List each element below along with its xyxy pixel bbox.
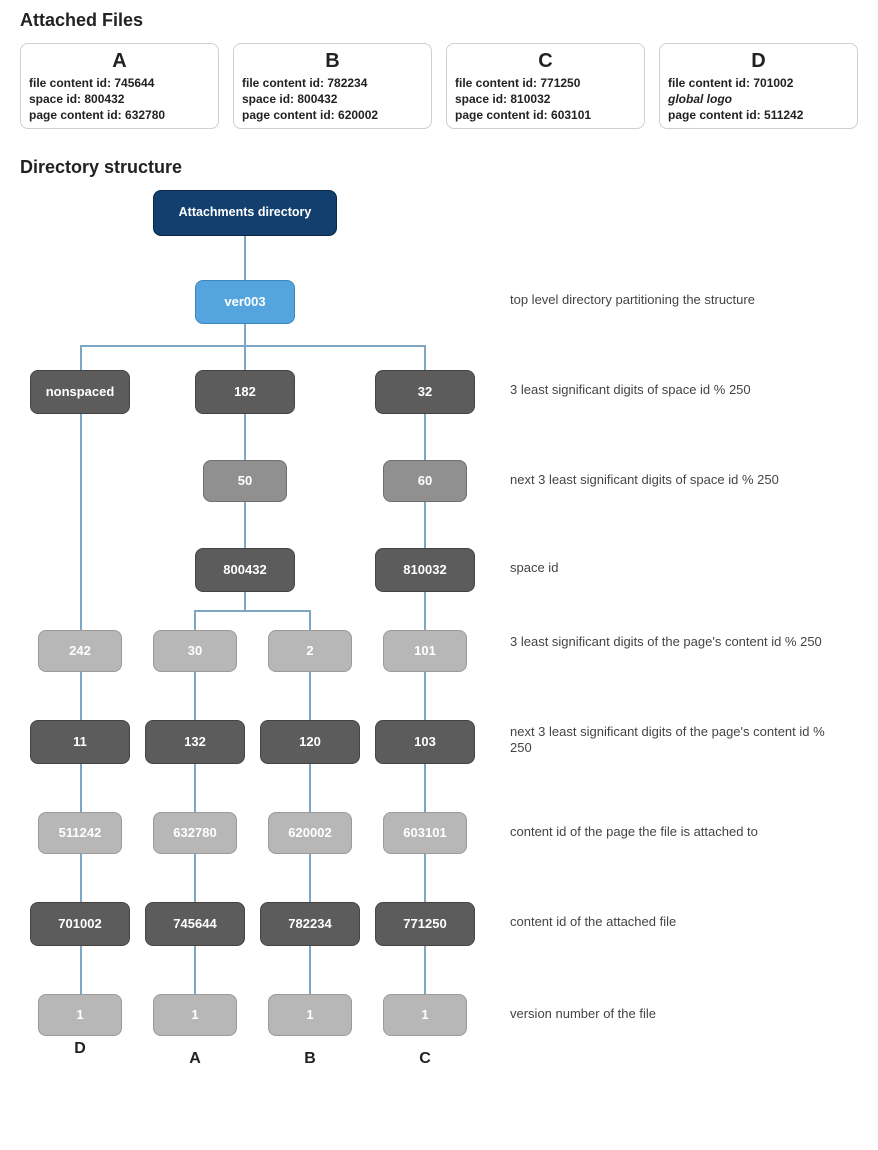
connector xyxy=(424,414,426,460)
connector xyxy=(194,672,196,720)
file-card-letter: B xyxy=(242,50,423,73)
file-card-line: page content id: 632780 xyxy=(29,107,210,123)
file-card-line: space id: 800432 xyxy=(29,91,210,107)
connector xyxy=(424,946,426,994)
connector xyxy=(80,414,82,630)
node-page-mod2-b: 120 xyxy=(260,720,360,764)
node-page-mod1-d: 242 xyxy=(38,630,122,672)
file-card-line: space id: 810032 xyxy=(455,91,636,107)
connector xyxy=(244,324,246,345)
connector xyxy=(194,946,196,994)
connector xyxy=(309,610,311,630)
column-label-d: D xyxy=(38,1040,122,1058)
connector xyxy=(244,592,246,610)
node-space-mod2: 50 xyxy=(203,460,287,502)
connector xyxy=(194,854,196,902)
node-space-mod1-c: 32 xyxy=(375,370,475,414)
connector xyxy=(244,502,246,548)
file-card-line: page content id: 603101 xyxy=(455,107,636,123)
connector xyxy=(424,764,426,812)
connector xyxy=(309,946,311,994)
directory-structure-heading: Directory structure xyxy=(20,157,858,178)
file-card-line: global logo xyxy=(668,91,849,107)
connector xyxy=(194,610,196,630)
node-file-id-a: 745644 xyxy=(145,902,245,946)
node-page-mod1-b: 2 xyxy=(268,630,352,672)
file-card-line: file content id: 745644 xyxy=(29,75,210,91)
node-page-id-d: 511242 xyxy=(38,812,122,854)
connector xyxy=(80,946,82,994)
connector xyxy=(244,345,246,370)
file-card-line: page content id: 511242 xyxy=(668,107,849,123)
connector xyxy=(80,854,82,902)
node-ver003: ver003 xyxy=(195,280,295,324)
desc-space-mod1: 3 least significant digits of space id %… xyxy=(510,382,840,398)
connector xyxy=(309,764,311,812)
file-card-c: C file content id: 771250 space id: 8100… xyxy=(446,43,645,129)
node-page-mod1-a: 30 xyxy=(153,630,237,672)
column-label-b: B xyxy=(268,1050,352,1068)
desc-version: version number of the file xyxy=(510,1006,840,1022)
connector xyxy=(309,672,311,720)
node-page-mod2-a: 132 xyxy=(145,720,245,764)
connector xyxy=(244,236,246,280)
node-space-id-c: 810032 xyxy=(375,548,475,592)
file-card-line: file content id: 771250 xyxy=(455,75,636,91)
file-card-line: file content id: 701002 xyxy=(668,75,849,91)
desc-page-mod1: 3 least significant digits of the page's… xyxy=(510,634,840,650)
file-card-letter: A xyxy=(29,50,210,73)
node-space-mod2-c: 60 xyxy=(383,460,467,502)
connector xyxy=(424,502,426,548)
desc-space-mod2: next 3 least significant digits of space… xyxy=(510,472,840,488)
desc-page-id: content id of the page the file is attac… xyxy=(510,824,840,840)
attached-files-heading: Attached Files xyxy=(20,10,858,31)
desc-file-id: content id of the attached file xyxy=(510,914,840,930)
file-card-d: D file content id: 701002 global logo pa… xyxy=(659,43,858,129)
connector xyxy=(309,854,311,902)
node-page-id-c: 603101 xyxy=(383,812,467,854)
desc-ver: top level directory partitioning the str… xyxy=(510,292,840,308)
column-label-a: A xyxy=(153,1050,237,1068)
file-card-b: B file content id: 782234 space id: 8004… xyxy=(233,43,432,129)
connector xyxy=(424,345,426,370)
file-card-line: space id: 800432 xyxy=(242,91,423,107)
node-file-id-d: 701002 xyxy=(30,902,130,946)
node-page-id-a: 632780 xyxy=(153,812,237,854)
desc-page-mod2: next 3 least significant digits of the p… xyxy=(510,724,840,757)
file-card-letter: D xyxy=(668,50,849,73)
node-version-d: 1 xyxy=(38,994,122,1036)
node-page-mod2-d: 11 xyxy=(30,720,130,764)
connector xyxy=(80,764,82,812)
node-version-a: 1 xyxy=(153,994,237,1036)
connector xyxy=(194,610,311,612)
node-version-c: 1 xyxy=(383,994,467,1036)
node-root: Attachments directory xyxy=(153,190,337,236)
node-file-id-c: 771250 xyxy=(375,902,475,946)
file-card-letter: C xyxy=(455,50,636,73)
node-page-id-b: 620002 xyxy=(268,812,352,854)
connector xyxy=(80,672,82,720)
connector xyxy=(80,345,82,370)
attached-files-row: A file content id: 745644 space id: 8004… xyxy=(20,43,858,129)
connector xyxy=(194,764,196,812)
node-page-mod1-c: 101 xyxy=(383,630,467,672)
node-space-mod1: 182 xyxy=(195,370,295,414)
directory-diagram: Attachments directory ver003 nonspaced 1… xyxy=(20,190,858,1110)
connector xyxy=(424,854,426,902)
connector xyxy=(424,592,426,630)
connector xyxy=(244,414,246,460)
file-card-line: page content id: 620002 xyxy=(242,107,423,123)
connector xyxy=(424,672,426,720)
node-version-b: 1 xyxy=(268,994,352,1036)
connector xyxy=(80,345,425,347)
file-card-line: file content id: 782234 xyxy=(242,75,423,91)
node-file-id-b: 782234 xyxy=(260,902,360,946)
file-card-a: A file content id: 745644 space id: 8004… xyxy=(20,43,219,129)
node-nonspaced: nonspaced xyxy=(30,370,130,414)
node-page-mod2-c: 103 xyxy=(375,720,475,764)
column-label-c: C xyxy=(383,1050,467,1068)
desc-space-id: space id xyxy=(510,560,840,576)
node-space-id: 800432 xyxy=(195,548,295,592)
